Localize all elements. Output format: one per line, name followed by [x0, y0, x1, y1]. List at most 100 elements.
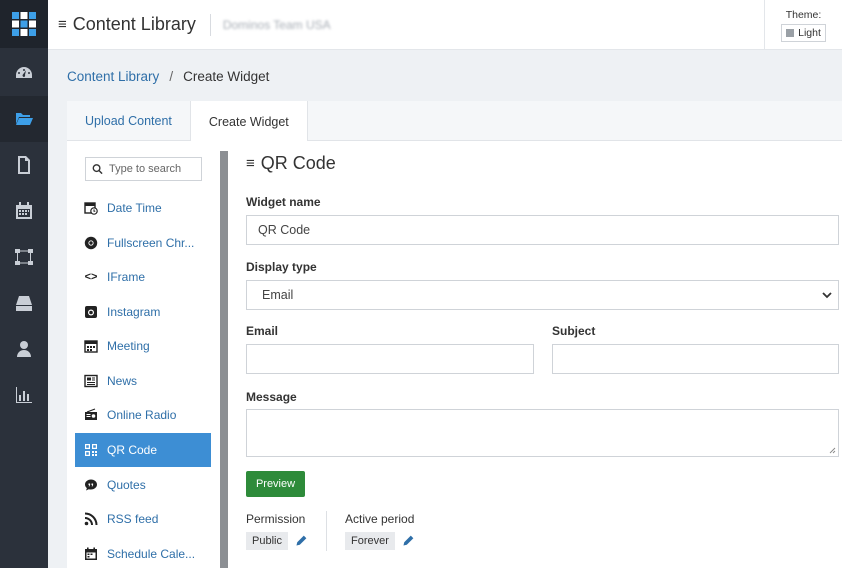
bar-chart-icon — [16, 387, 32, 403]
panel-divider[interactable] — [220, 151, 228, 568]
theme-swatch-icon — [786, 28, 795, 37]
widget-name-input[interactable]: QR Code — [246, 215, 839, 245]
widget-item-label: Quotes — [107, 478, 146, 492]
hamburger-menu-icon[interactable]: ≡ — [58, 16, 67, 33]
rail-item-reports[interactable] — [0, 372, 48, 418]
grid-logo-icon — [12, 12, 36, 36]
folder-open-icon — [15, 113, 33, 125]
code-icon: <> — [84, 271, 98, 283]
widget-item-instagram[interactable]: Instagram — [75, 295, 211, 329]
email-label: Email — [246, 324, 279, 338]
theme-value: Light — [798, 26, 821, 39]
widget-search-box — [85, 157, 202, 181]
breadcrumb-separator: / — [169, 69, 174, 84]
display-type-value: Email — [262, 288, 294, 302]
calendar-clock-icon — [83, 200, 99, 216]
message-label: Message — [246, 390, 297, 404]
tab-bar: Upload Content Create Widget — [67, 101, 842, 142]
message-textarea[interactable] — [246, 409, 839, 457]
newspaper-icon — [83, 373, 99, 389]
theme-switcher: Theme: Light — [764, 0, 842, 50]
left-nav-rail — [0, 0, 48, 568]
title-divider — [209, 13, 211, 36]
instagram-icon — [83, 304, 99, 320]
widget-name-label: Widget name — [246, 195, 321, 209]
widget-name-value: QR Code — [258, 223, 311, 237]
widget-item-qr-code[interactable]: QR Code — [75, 433, 211, 467]
schedule-calendar-icon — [83, 546, 99, 562]
rail-item-dashboard[interactable] — [0, 50, 48, 96]
search-icon — [92, 164, 103, 175]
rail-item-files[interactable] — [0, 142, 48, 188]
app-title: Content Library — [72, 14, 196, 34]
permission-value-badge: Public — [246, 532, 288, 550]
widget-item-meeting[interactable]: Meeting — [75, 329, 211, 363]
rail-item-users[interactable] — [0, 326, 48, 372]
team-name: Dominos Team USA — [222, 17, 331, 32]
widget-item-iframe[interactable]: <> IFrame — [75, 260, 211, 294]
drive-icon — [16, 296, 32, 311]
edit-permission-pencil-icon[interactable] — [296, 535, 307, 546]
widget-item-label: QR Code — [107, 443, 158, 457]
widget-item-label: RSS feed — [107, 512, 159, 526]
qrcode-icon — [83, 442, 99, 458]
widget-item-label: Meeting — [107, 339, 150, 353]
widget-type-list: Date Time Fullscreen Chr... <> IFrame In… — [75, 149, 212, 568]
user-icon — [17, 341, 31, 357]
widget-search-input[interactable] — [109, 163, 201, 175]
chevron-down-icon — [822, 292, 832, 299]
widget-item-rss-feed[interactable]: RSS feed — [75, 502, 211, 536]
list-icon: ≡ — [246, 155, 255, 172]
display-type-select[interactable]: Email — [246, 280, 839, 310]
rail-item-devices[interactable] — [0, 280, 48, 326]
rail-item-content-library[interactable] — [0, 96, 48, 142]
widget-form: ≡ QR Code Widget name QR Code Display ty… — [240, 141, 839, 568]
active-period-value-badge: Forever — [345, 532, 395, 550]
widget-item-quotes[interactable]: Quotes — [75, 468, 211, 502]
breadcrumb-current: Create Widget — [183, 69, 270, 84]
calendar-icon — [83, 338, 99, 354]
email-input[interactable] — [246, 344, 534, 374]
chrome-icon — [83, 235, 99, 251]
widget-item-label: Schedule Cale... — [107, 547, 196, 561]
widget-item-label: Instagram — [107, 305, 161, 319]
top-bar: ≡ Content Library Dominos Team USA Theme… — [48, 0, 842, 50]
form-title: ≡ QR Code — [246, 153, 336, 174]
active-period-label: Active period — [345, 512, 415, 526]
theme-toggle-button[interactable]: Light — [781, 23, 826, 42]
dashboard-icon — [16, 67, 32, 78]
file-icon — [18, 156, 30, 174]
widget-item-label: Date Time — [107, 201, 162, 215]
form-title-text: QR Code — [260, 153, 336, 173]
permission-label: Permission — [246, 512, 306, 526]
theme-label: Theme: — [785, 8, 822, 21]
widget-item-label: Fullscreen Chr... — [107, 236, 195, 250]
network-icon — [15, 249, 33, 265]
breadcrumb-root-link[interactable]: Content Library — [67, 69, 159, 84]
quote-bubble-icon — [83, 477, 99, 493]
permission-divider — [326, 511, 327, 551]
widget-item-label: Online Radio — [107, 408, 177, 422]
widget-item-online-radio[interactable]: Online Radio — [75, 398, 211, 432]
tab-create-widget[interactable]: Create Widget — [189, 101, 308, 142]
widget-item-label: News — [107, 374, 138, 388]
subject-input[interactable] — [552, 344, 839, 374]
rail-item-network[interactable] — [0, 234, 48, 280]
app: ≡ Content Library Dominos Team USA Theme… — [0, 0, 842, 568]
widget-item-fullscreen-chrome[interactable]: Fullscreen Chr... — [75, 226, 211, 260]
widget-item-label: IFrame — [107, 270, 146, 284]
preview-button[interactable]: Preview — [246, 471, 305, 497]
widget-item-date-time[interactable]: Date Time — [75, 191, 211, 225]
page-area: Content Library / Create Widget Upload Con… — [48, 50, 842, 568]
content-panel: Date Time Fullscreen Chr... <> IFrame In… — [67, 141, 842, 568]
resize-handle-icon[interactable] — [829, 447, 836, 454]
widget-item-news[interactable]: News — [75, 364, 211, 398]
edit-active-period-pencil-icon[interactable] — [403, 535, 414, 546]
rail-item-calendar[interactable] — [0, 188, 48, 234]
widget-item-schedule-calendar[interactable]: Schedule Cale... — [75, 537, 211, 568]
calendar-icon — [16, 202, 32, 219]
tab-upload-content[interactable]: Upload Content — [67, 101, 190, 141]
rss-icon — [83, 511, 99, 527]
app-logo[interactable] — [0, 0, 48, 48]
breadcrumb: Content Library / Create Widget — [67, 69, 269, 84]
